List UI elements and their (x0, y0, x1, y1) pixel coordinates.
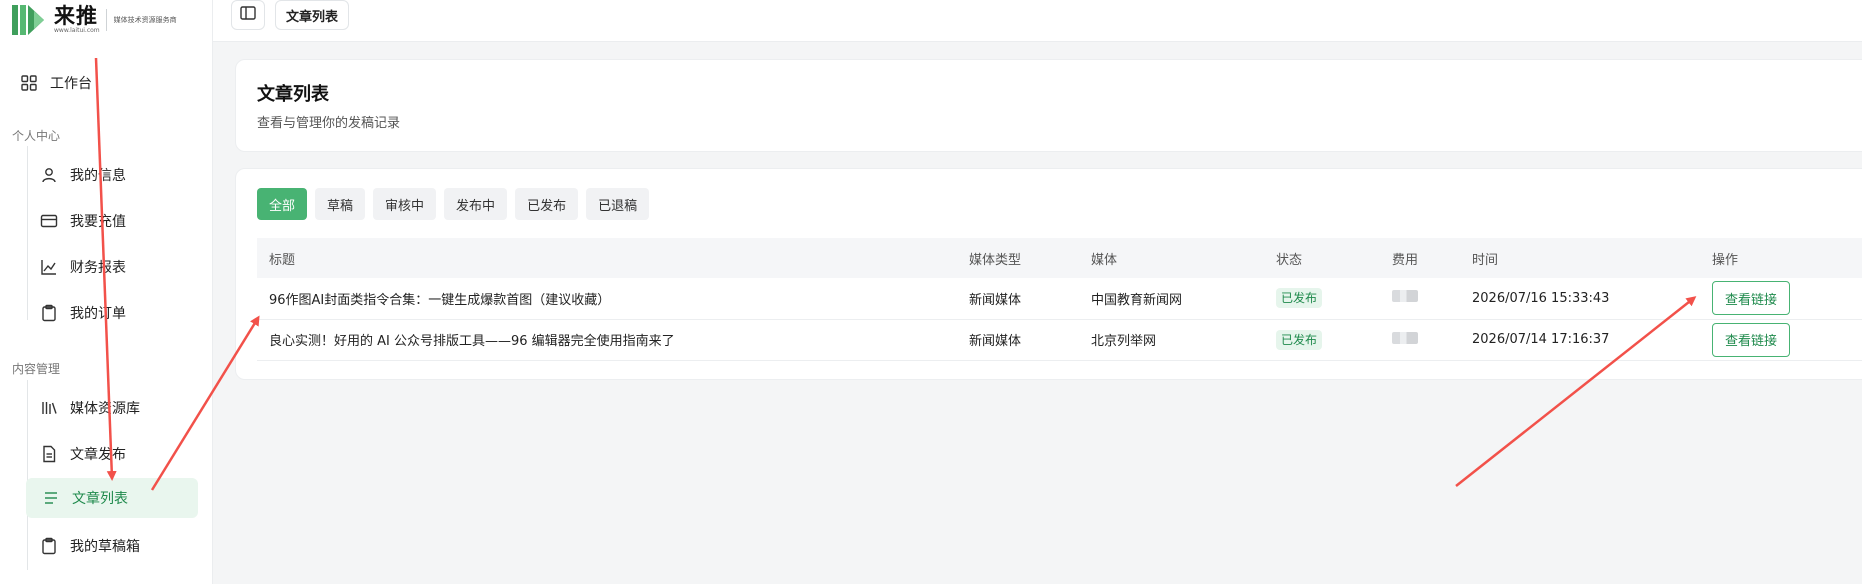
column-header-media: 媒体 (1091, 252, 1118, 268)
fee-blurred-value (1392, 290, 1418, 303)
column-header-title: 标题 (269, 252, 296, 268)
media-cell: 北京列举网 (1091, 334, 1157, 349)
sidebar-item-orders[interactable]: 我的订单 (40, 293, 200, 333)
user-icon (40, 166, 58, 184)
status-badge: 已发布 (1276, 329, 1323, 350)
status-cell: 已发布 (1264, 319, 1380, 360)
sidebar-item-drafts[interactable]: 我的草稿箱 (40, 526, 200, 566)
sidebar-item-label: 财务报表 (70, 260, 126, 276)
media-type-cell: 新闻媒体 (969, 292, 1022, 308)
library-icon (40, 399, 58, 417)
sidebar-item-recharge[interactable]: 我要充值 (40, 201, 200, 241)
time-cell: 2026/07/16 15:33:43 (1472, 290, 1610, 306)
media-cell: 中国教育新闻网 (1091, 292, 1183, 308)
filter-draft-button[interactable]: 草稿 (315, 188, 366, 220)
table-row: 良心实测！好用的 AI 公众号排版工具——96 编辑器完全使用指南来了 新闻媒体… (257, 319, 1862, 360)
brand-url: www.laitui.com (54, 27, 100, 34)
logo[interactable]: 来推 www.laitui.com 媒体技术资源服务商 (10, 0, 210, 40)
status-badge: 已发布 (1276, 288, 1323, 309)
sidebar-item-label: 我的信息 (70, 168, 126, 184)
table-row: 96作图AI封面类指令合集：一键生成爆款首图（建议收藏） 新闻媒体 中国教育新闻… (257, 278, 1862, 319)
filter-rejected-button[interactable]: 已退稿 (586, 188, 650, 220)
sidebar-toggle-button[interactable] (231, 0, 265, 30)
sidebar-item-label: 媒体资源库 (70, 401, 140, 417)
status-cell: 已发布 (1264, 278, 1380, 319)
list-icon (42, 489, 60, 507)
sidebar-item-label: 文章列表 (72, 491, 128, 507)
sidebar-item-workbench[interactable]: 工作台 (20, 63, 200, 103)
sidebar-item-finance[interactable]: 财务报表 (40, 247, 200, 287)
table-header-row: 标题 媒体类型 媒体 状态 费用 时间 操作 (257, 238, 1862, 278)
sidebar: 来推 www.laitui.com 媒体技术资源服务商 工作台 个人中心 我的信… (0, 0, 213, 584)
sidebar-item-article-list[interactable]: 文章列表 (26, 478, 198, 518)
article-title-cell[interactable]: 96作图AI封面类指令合集：一键生成爆款首图（建议收藏） (257, 278, 957, 319)
article-title-cell[interactable]: 良心实测！好用的 AI 公众号排版工具——96 编辑器完全使用指南来了 (257, 319, 957, 360)
fee-cell (1380, 319, 1460, 360)
status-filter-bar: 全部 草稿 审核中 发布中 已发布 已退稿 (257, 188, 650, 220)
card-icon (40, 212, 58, 230)
filter-reviewing-button[interactable]: 审核中 (373, 188, 437, 220)
fee-blurred-value (1392, 331, 1418, 344)
filter-publishing-button[interactable]: 发布中 (444, 188, 508, 220)
tab-article-list[interactable]: 文章列表 (275, 0, 350, 30)
action-cell: 查看链接 (1700, 278, 1862, 319)
time-cell: 2026/07/14 17:16:37 (1472, 332, 1610, 347)
brand-name: 来推 (54, 4, 98, 28)
document-icon (40, 445, 58, 463)
page-title: 文章列表 (257, 84, 329, 105)
column-header-fee: 费用 (1392, 252, 1419, 268)
column-header-media-type: 媒体类型 (969, 252, 1022, 268)
section-title-content: 内容管理 (12, 362, 61, 376)
sidebar-item-label: 工作台 (50, 76, 92, 92)
action-cell: 查看链接 (1700, 319, 1862, 360)
top-bar: 文章列表 (213, 0, 1862, 42)
column-header-status: 状态 (1276, 252, 1303, 268)
sidebar-item-label: 文章发布 (70, 447, 126, 463)
section-line (27, 380, 28, 570)
clipboard-icon (40, 304, 58, 322)
sidebar-item-publish-article[interactable]: 文章发布 (40, 434, 200, 474)
article-list-card: 全部 草稿 审核中 发布中 已发布 已退稿 标题 媒体类型 媒体 状态 费用 时… (235, 168, 1862, 380)
column-header-action: 操作 (1712, 252, 1739, 268)
media-type-cell: 新闻媒体 (969, 334, 1022, 349)
page-subtitle: 查看与管理你的发稿记录 (257, 116, 401, 131)
logo-divider (105, 9, 107, 31)
grid-icon (20, 74, 38, 92)
section-line (27, 146, 28, 320)
chart-line-icon (40, 258, 58, 276)
clipboard-icon (40, 537, 58, 555)
logo-mark-icon (10, 1, 50, 39)
filter-all-button[interactable]: 全部 (257, 188, 308, 220)
sidebar-item-label: 我的订单 (70, 306, 126, 322)
view-link-button[interactable]: 查看链接 (1712, 322, 1791, 357)
brand-slogan: 媒体技术资源服务商 (113, 16, 177, 24)
page-header-card: 文章列表 查看与管理你的发稿记录 (235, 59, 1862, 152)
sidebar-item-media-library[interactable]: 媒体资源库 (40, 388, 200, 428)
fee-cell (1380, 278, 1460, 319)
section-title-personal: 个人中心 (12, 129, 61, 143)
sidebar-item-label: 我要充值 (70, 214, 126, 230)
article-table: 标题 媒体类型 媒体 状态 费用 时间 操作 96作图AI封面类指令合集：一键生… (257, 238, 1862, 361)
column-header-time: 时间 (1472, 252, 1499, 268)
filter-published-button[interactable]: 已发布 (515, 188, 579, 220)
sidebar-toggle-icon (239, 4, 257, 26)
sidebar-item-my-info[interactable]: 我的信息 (40, 155, 200, 195)
view-link-button[interactable]: 查看链接 (1712, 281, 1791, 316)
sidebar-item-label: 我的草稿箱 (70, 539, 140, 555)
